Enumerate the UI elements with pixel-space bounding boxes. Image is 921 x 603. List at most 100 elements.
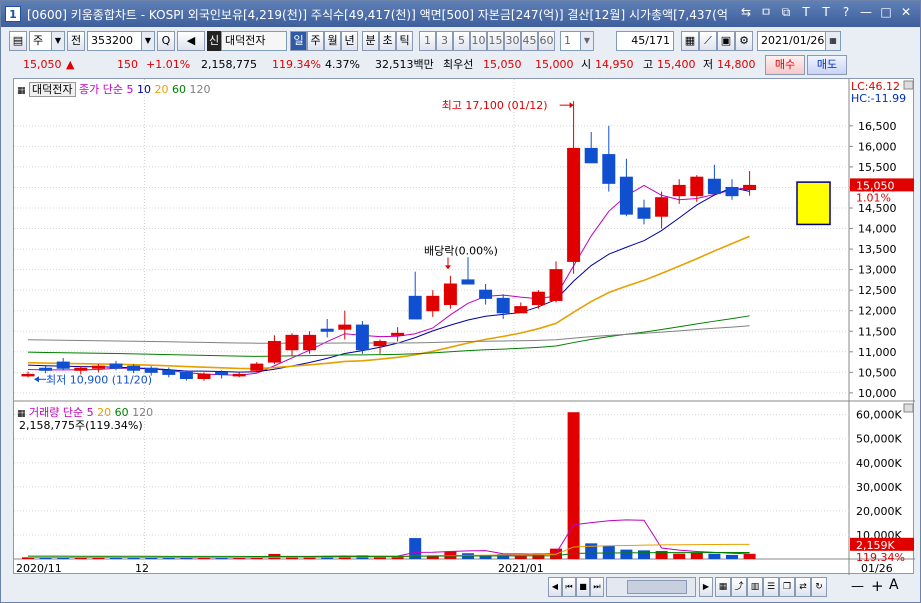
chart-canvas[interactable]: 16,50016,00015,50015,00014,50014,00013,5… [14, 79, 915, 575]
candle-body [162, 369, 176, 375]
stop-button[interactable]: ■ [576, 577, 590, 597]
interval-button-30[interactable]: 30 [504, 31, 521, 51]
stock-code-input[interactable]: 353200 ▼ [87, 31, 155, 51]
interval-button-15[interactable]: 15 [487, 31, 504, 51]
price-legend: ▦ 대덕전자 종가 단순 5 10 20 60 120 [17, 81, 210, 97]
candle-body [109, 363, 123, 369]
period-button-day[interactable]: 일 [290, 31, 307, 51]
period-button-second[interactable]: 초 [379, 31, 396, 51]
chart-tool-button-7[interactable]: ↻ [811, 577, 827, 597]
price-tick-label: 11,500 [858, 325, 897, 338]
period-button-month[interactable]: 월 [324, 31, 341, 51]
tile-icon[interactable]: ⧉ [778, 5, 794, 21]
chart-window: 1 [0600] 키움종합차트 - KOSPI 외국인보유[4,219(천)] … [0, 0, 921, 603]
sound-button[interactable]: ◀ [177, 31, 205, 51]
interval-button-5[interactable]: 5 [453, 31, 470, 51]
minimize-icon[interactable]: — [858, 5, 874, 21]
best-bid-price: 15,000 [535, 58, 574, 71]
stock-code-value: 353200 [91, 34, 133, 47]
help-icon[interactable]: ? [838, 5, 854, 21]
skip-forward-icon: ⏭ [593, 582, 601, 591]
quote-bar: 15,050 ▲ 150 +1.01% 2,158,775 119.34% 4.… [9, 55, 914, 75]
speaker-icon: ◀ [186, 34, 196, 47]
maximize-icon[interactable]: □ [878, 5, 894, 21]
first-page-button[interactable]: ⏮ [562, 577, 576, 597]
price-type-button[interactable]: 전 [67, 31, 85, 51]
candle-body [285, 334, 299, 351]
chart-tool-button-5[interactable]: ❐ [779, 577, 795, 597]
last-page-button[interactable]: ⏭ [590, 577, 604, 597]
grid-tool-button[interactable]: ▦ [681, 31, 699, 51]
panel-menu-icon[interactable]: ▦ [17, 86, 26, 96]
chart-area[interactable]: 16,50016,00015,50015,00014,50014,00013,5… [13, 78, 915, 575]
buy-button[interactable]: 매수 [765, 55, 805, 75]
scroll-right-button[interactable]: ▶ [699, 577, 713, 597]
volume-value: 2,158,775 [201, 58, 257, 71]
trend-icon: ⤴ [734, 582, 744, 592]
font-icon[interactable]: T [818, 5, 834, 21]
chevron-down-icon[interactable]: ▼ [51, 32, 64, 50]
chart-tool-button-4[interactable]: ☰ [763, 577, 779, 597]
chevron-down-icon[interactable]: ▼ [580, 32, 593, 50]
volume-bar [743, 553, 756, 559]
candle-body [426, 295, 440, 312]
ma-legend-prefix: 종가 단순 [79, 83, 123, 96]
sell-button[interactable]: 매도 [807, 55, 847, 75]
candle-body [496, 297, 510, 314]
chart-tool-button-1[interactable]: ▦ [715, 577, 731, 597]
count-select[interactable]: 1 ▼ [560, 31, 594, 51]
volume-bar [638, 550, 650, 559]
zoom-reset-icon[interactable]: A [889, 577, 899, 593]
volume-tick-label: 50,000K [856, 433, 902, 446]
interval-button-10[interactable]: 10 [470, 31, 487, 51]
ma-legend-20: 20 [154, 83, 169, 96]
price-tick-label: 11,000 [858, 346, 897, 359]
chart-tool-button-2[interactable]: ⤴ [731, 577, 747, 597]
layout-toggle-button[interactable]: ▤ [9, 31, 27, 51]
list-icon: ☰ [766, 582, 776, 592]
period-button-week[interactable]: 주 [307, 31, 324, 51]
volume-bar [602, 545, 615, 559]
date-input[interactable]: 2021/01/26 ▦ [757, 31, 841, 51]
period-button-year[interactable]: 년 [341, 31, 358, 51]
link-icon[interactable]: ⇆ [738, 5, 754, 21]
period-button-minute[interactable]: 분 [362, 31, 379, 51]
candle-body [56, 361, 70, 369]
x-axis-label: 01/26 [861, 562, 893, 575]
close-icon[interactable]: ✕ [898, 5, 914, 21]
scroll-left-button[interactable]: ◀ [548, 577, 562, 597]
save-button[interactable]: ▣ [717, 31, 735, 51]
search-button[interactable]: Q [157, 31, 175, 51]
stock-tag[interactable]: 대덕전자 [29, 82, 76, 97]
price-tick-label: 16,000 [858, 140, 897, 153]
volume-tick-label: 40,000K [856, 457, 902, 470]
chart-tool-button-6[interactable]: ⇄ [795, 577, 811, 597]
high-label: 고 [643, 58, 654, 71]
pin-icon[interactable]: T [798, 5, 814, 21]
candle-body [232, 373, 246, 377]
interval-button-1[interactable]: 1 [419, 31, 436, 51]
period-select[interactable]: 주 ▼ [29, 31, 65, 51]
scrollbar-thumb[interactable] [627, 580, 687, 594]
interval-button-45[interactable]: 45 [521, 31, 538, 51]
zoom-out-icon[interactable]: — [851, 579, 864, 594]
chart-tool-button-3[interactable]: ▥ [747, 577, 763, 597]
candle-body [514, 306, 528, 314]
volume-tick-label: 20,000K [856, 505, 902, 518]
interval-button-3[interactable]: 3 [436, 31, 453, 51]
candle-body [373, 341, 387, 347]
draw-tool-button[interactable]: ⟋ [699, 31, 717, 51]
restore-icon[interactable]: ㅁ [758, 5, 774, 21]
volume-bar [690, 552, 703, 559]
chevron-down-icon[interactable]: ▼ [141, 32, 154, 50]
calendar-icon[interactable]: ▦ [825, 32, 840, 50]
settings-button[interactable]: ⚙ [735, 31, 753, 51]
zoom-in-icon[interactable]: + [871, 577, 884, 595]
volume-bar [708, 553, 721, 559]
interval-button-60[interactable]: 60 [538, 31, 555, 51]
period-button-tick[interactable]: 틱 [396, 31, 413, 51]
current-price: 15,050 [23, 58, 62, 71]
scrollbar-track[interactable] [606, 577, 696, 597]
x-axis-label: 12 [135, 562, 149, 575]
candle-body [531, 291, 545, 306]
